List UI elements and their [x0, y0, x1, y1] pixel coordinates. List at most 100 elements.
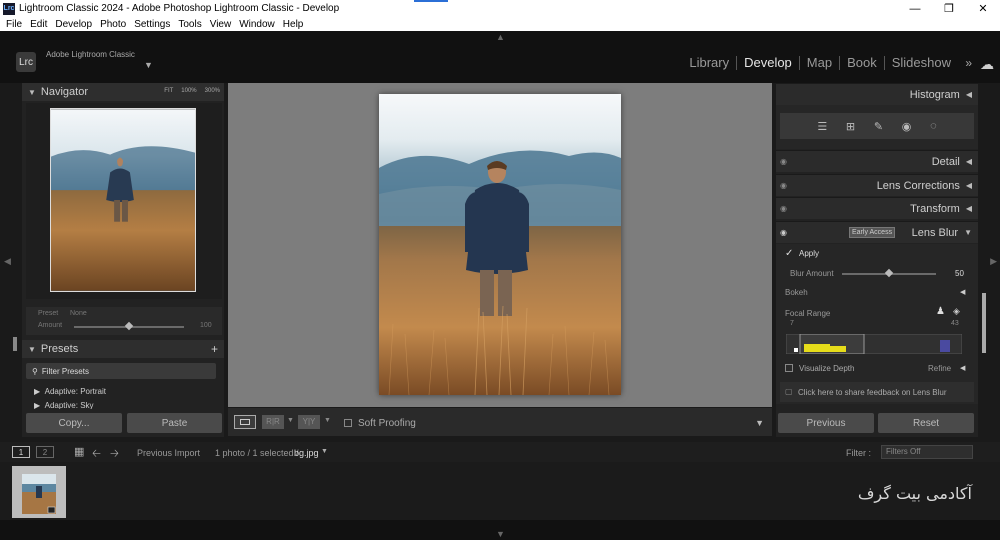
- transform-header[interactable]: ◉ Transform ◀: [776, 197, 978, 219]
- presets-header[interactable]: ▼ Presets +: [22, 340, 224, 358]
- crop-icon[interactable]: ⊞: [846, 120, 855, 133]
- histogram-header[interactable]: Histogram ◀: [776, 83, 978, 105]
- expand-triangle-icon: ▼: [964, 228, 972, 237]
- source-label[interactable]: Previous Import: [137, 448, 200, 458]
- add-preset-icon[interactable]: +: [211, 342, 218, 356]
- amount-slider-handle[interactable]: [124, 321, 134, 331]
- lens-corrections-header[interactable]: ◉ Lens Corrections ◀: [776, 174, 978, 196]
- preset-group-label: Adaptive: Sky: [44, 401, 94, 409]
- healing-brush-icon[interactable]: ✎: [874, 120, 883, 133]
- detail-header[interactable]: ◉ Detail ◀: [776, 150, 978, 172]
- bokeh-label: Bokeh: [785, 288, 808, 297]
- left-scrollbar[interactable]: [13, 337, 17, 351]
- restore-icon[interactable]: ❐: [932, 0, 966, 17]
- eye-icon[interactable]: ◉: [780, 204, 787, 213]
- depth-range-histogram[interactable]: [786, 334, 962, 354]
- apply-checkbox[interactable]: ✓: [785, 248, 793, 259]
- module-library[interactable]: Library: [682, 56, 738, 70]
- lrc-app-icon: Lrc: [3, 2, 15, 15]
- menu-settings[interactable]: Settings: [134, 19, 170, 30]
- close-icon[interactable]: ✕: [966, 0, 1000, 17]
- bokeh-expand-icon[interactable]: ◀: [960, 288, 965, 296]
- menu-bar: File Edit Develop Photo Settings Tools V…: [0, 17, 1000, 31]
- zoom-300[interactable]: 300%: [205, 88, 220, 94]
- bottom-panel-toggle-icon[interactable]: ▼: [496, 529, 505, 539]
- module-slideshow[interactable]: Slideshow: [885, 56, 958, 70]
- before-after-lr-icon[interactable]: R|R: [262, 415, 284, 429]
- secondary-window-button[interactable]: 2: [36, 446, 54, 458]
- right-panel: Histogram ◀ ☰ ⊞ ✎ ◉ ◌ ◉ Detail ◀ ◉ Lens Co…: [776, 83, 986, 437]
- eye-icon[interactable]: ◉: [780, 181, 787, 190]
- left-panel-toggle-icon[interactable]: ◀: [4, 256, 11, 267]
- chevron-down-icon[interactable]: ▼: [144, 60, 153, 70]
- cloud-icon[interactable]: ☁: [980, 56, 994, 73]
- more-modules-icon[interactable]: »: [965, 56, 972, 70]
- previous-button[interactable]: Previous: [778, 413, 874, 433]
- eye-icon[interactable]: ◉: [780, 157, 787, 166]
- menu-window[interactable]: Window: [239, 19, 275, 30]
- menu-file[interactable]: File: [6, 19, 22, 30]
- chevron-down-icon[interactable]: ▼: [287, 417, 294, 424]
- right-panel-toggle-icon[interactable]: ▶: [990, 256, 997, 267]
- person-focus-icon[interactable]: ♟: [936, 306, 945, 317]
- main-photo[interactable]: [379, 94, 621, 395]
- navigator-header[interactable]: ▼ Navigator FIT 100% 300%: [22, 83, 224, 101]
- preset-value[interactable]: None: [70, 310, 87, 317]
- filter-presets-label: Filter Presets: [41, 366, 89, 376]
- menu-help[interactable]: Help: [283, 19, 304, 30]
- copy-button[interactable]: Copy...: [26, 413, 122, 433]
- module-develop[interactable]: Develop: [737, 56, 800, 70]
- refine-label[interactable]: Refine: [928, 364, 951, 373]
- menu-tools[interactable]: Tools: [178, 19, 201, 30]
- before-after-swap-icon[interactable]: Y|Y: [298, 415, 320, 429]
- refine-expand-icon[interactable]: ◀: [960, 364, 965, 372]
- module-map[interactable]: Map: [800, 56, 841, 70]
- lens-blur-title: Lens Blur: [911, 226, 959, 239]
- preset-group-adaptive-sky[interactable]: ▶ Adaptive: Sky: [34, 401, 94, 409]
- filmstrip-bar: 1 2 ▦ 🡠 🡢 Previous Import 1 photo / 1 se…: [0, 442, 1000, 462]
- detail-title: Detail: [931, 155, 960, 168]
- photo-count: 1 photo / 1 selected /: [215, 448, 299, 458]
- module-book[interactable]: Book: [840, 56, 885, 70]
- preset-group-adaptive-portrait[interactable]: ▶ Adaptive: Portrait: [34, 387, 106, 396]
- soft-proofing-checkbox[interactable]: [344, 419, 352, 427]
- filter-presets-field[interactable]: ⚲ Filter Presets: [26, 363, 216, 379]
- chevron-down-icon[interactable]: ▼: [321, 448, 328, 455]
- lens-blur-header[interactable]: ◉ Early Access Lens Blur ▼: [776, 221, 978, 243]
- masking-icon[interactable]: ◌: [930, 120, 937, 132]
- filmstrip-thumbnail-cell[interactable]: [12, 466, 66, 518]
- zoom-100[interactable]: 100%: [181, 88, 196, 94]
- minimize-icon[interactable]: —: [898, 0, 932, 17]
- edit-sliders-icon[interactable]: ☰: [817, 120, 827, 133]
- filmstrip-thumbnail[interactable]: [22, 474, 56, 514]
- red-eye-icon[interactable]: ◉: [902, 120, 912, 133]
- filename-label[interactable]: bg.jpg: [294, 448, 319, 458]
- loupe-view-icon[interactable]: [234, 415, 256, 429]
- feedback-link[interactable]: Click here to share feedback on Lens Blu…: [798, 388, 947, 397]
- right-scrollbar[interactable]: [982, 293, 986, 353]
- chevron-down-icon[interactable]: ▼: [324, 417, 331, 424]
- primary-window-button[interactable]: 1: [12, 446, 30, 458]
- top-panel-toggle-icon[interactable]: ▲: [496, 32, 505, 42]
- title-accent: [414, 0, 448, 2]
- image-canvas[interactable]: [228, 83, 772, 407]
- eye-icon[interactable]: ◉: [780, 228, 787, 237]
- navigator-preview[interactable]: [50, 108, 196, 292]
- menu-edit[interactable]: Edit: [30, 19, 47, 30]
- grid-view-icon[interactable]: ▦: [74, 445, 84, 458]
- comment-icon: ▢: [785, 387, 793, 396]
- visualize-depth-checkbox[interactable]: [785, 364, 793, 372]
- feedback-bar[interactable]: ▢ Click here to share feedback on Lens B…: [780, 382, 974, 402]
- reset-button[interactable]: Reset: [878, 413, 974, 433]
- menu-develop[interactable]: Develop: [55, 19, 92, 30]
- blur-amount-value[interactable]: 50: [955, 269, 964, 278]
- zoom-fit[interactable]: FIT: [164, 88, 173, 94]
- toolbar-menu-icon[interactable]: ▼: [755, 418, 764, 428]
- menu-photo[interactable]: Photo: [100, 19, 126, 30]
- focal-range-label: Focal Range: [785, 309, 831, 318]
- focus-target-icon[interactable]: ◈: [953, 306, 960, 317]
- filter-select[interactable]: Filters Off: [881, 445, 973, 459]
- blur-amount-slider-handle[interactable]: [884, 268, 894, 278]
- paste-button[interactable]: Paste: [127, 413, 222, 433]
- menu-view[interactable]: View: [210, 19, 232, 30]
